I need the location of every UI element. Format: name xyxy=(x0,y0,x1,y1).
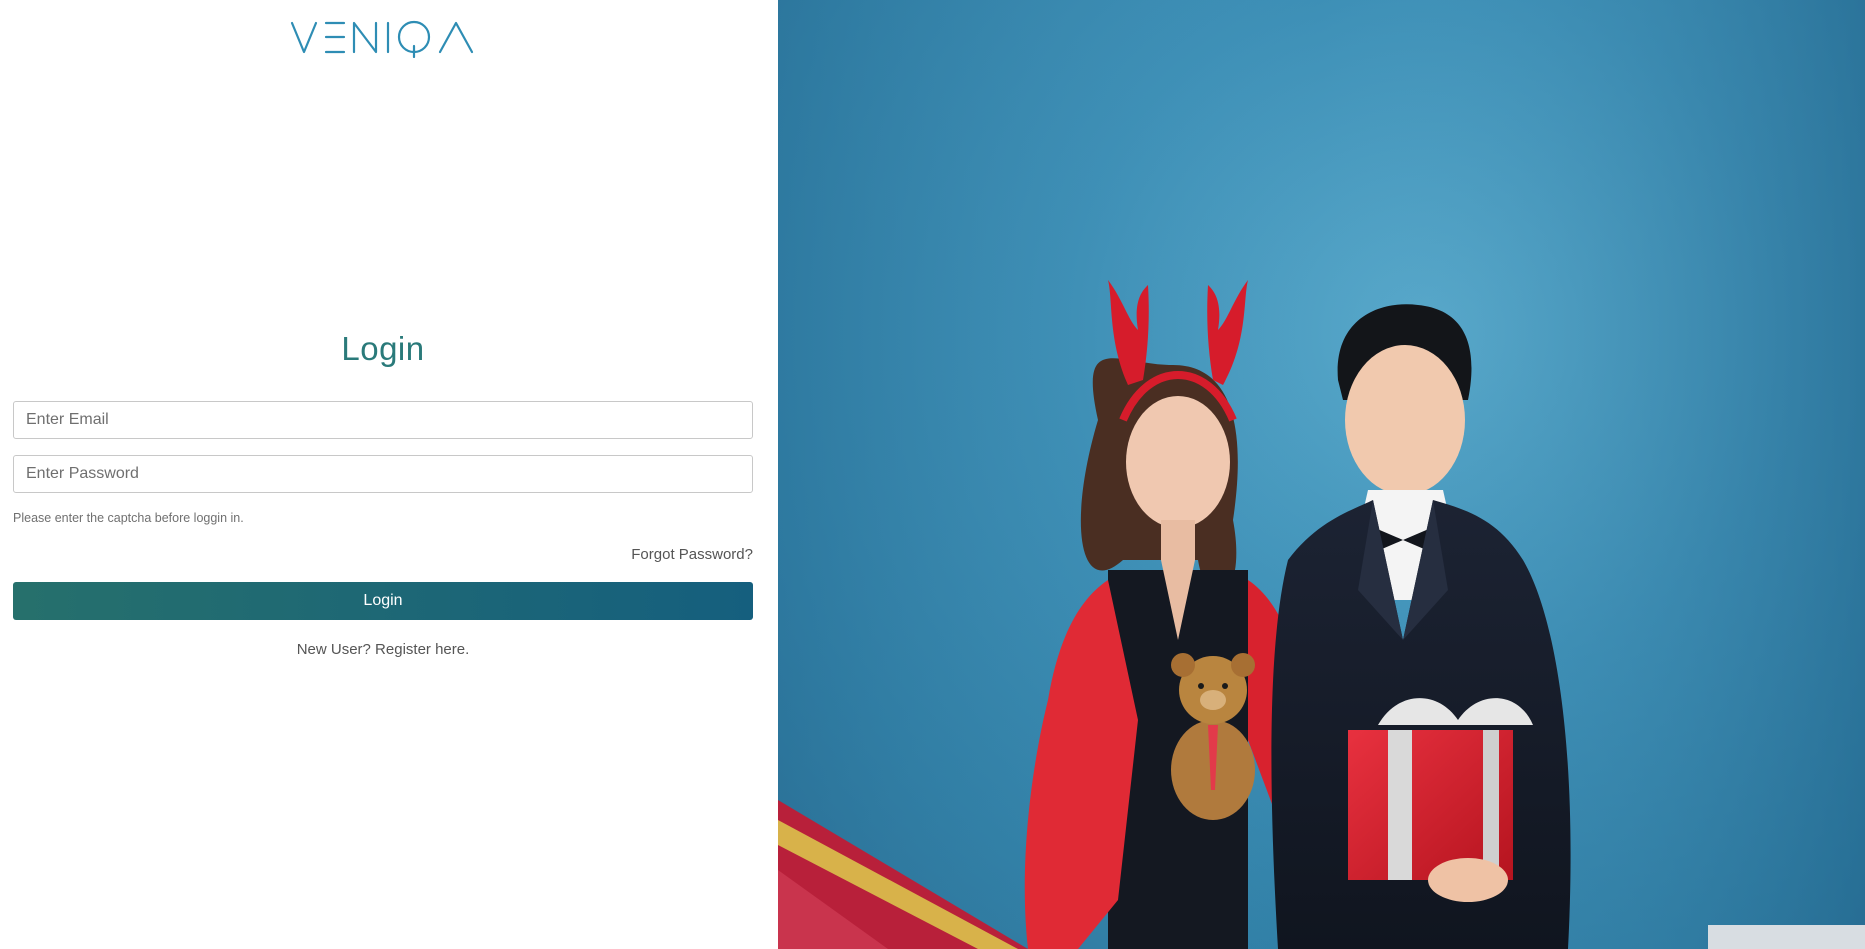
forgot-password-link[interactable]: Forgot Password? xyxy=(631,546,753,563)
brand-logo xyxy=(0,18,766,63)
hero-illustration xyxy=(778,0,1865,949)
page-title: Login xyxy=(341,330,425,367)
password-field[interactable] xyxy=(13,455,753,493)
veniqa-logo-icon xyxy=(290,20,474,58)
login-panel: Login Please enter the captcha before lo… xyxy=(0,0,778,949)
hero-photo xyxy=(778,0,1865,949)
login-page: Login Please enter the captcha before lo… xyxy=(0,0,1865,949)
captcha-note: Please enter the captcha before loggin i… xyxy=(13,511,244,525)
register-link[interactable]: New User? Register here. xyxy=(0,641,766,658)
login-button[interactable]: Login xyxy=(13,582,753,620)
email-field[interactable] xyxy=(13,401,753,439)
